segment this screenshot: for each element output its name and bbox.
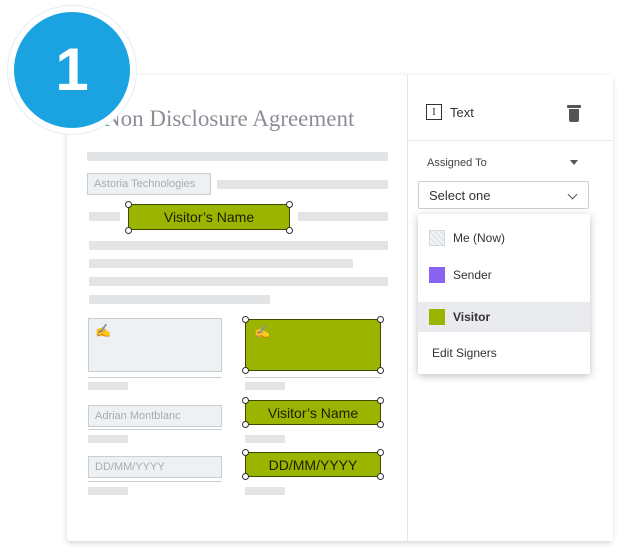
resize-handle[interactable] [242, 397, 249, 404]
signature-icon: ✍ [254, 324, 271, 339]
resize-handle[interactable] [125, 227, 132, 234]
field-type-label: Text [450, 104, 474, 120]
resize-handle[interactable] [242, 367, 249, 374]
text-line [89, 241, 388, 250]
sender-swatch [429, 267, 445, 283]
sender-date-field[interactable]: DD/MM/YYYY [88, 456, 222, 478]
resize-handle[interactable] [377, 316, 384, 323]
chevron-down-icon [567, 189, 578, 200]
option-me-now[interactable]: Me (Now) [418, 223, 590, 253]
resize-handle[interactable] [242, 449, 249, 456]
visitor-date-field[interactable]: DD/MM/YYYY [245, 452, 381, 477]
assignee-select-value: Select one [429, 187, 491, 203]
trash-icon[interactable] [567, 105, 581, 123]
text-line [298, 212, 388, 221]
text-cursor-icon: I [426, 104, 442, 120]
trash-lid [567, 105, 581, 108]
text-line [217, 180, 388, 189]
resize-handle[interactable] [242, 473, 249, 480]
trash-can [569, 109, 579, 122]
text-line [89, 259, 353, 268]
edit-signers-link[interactable]: Edit Signers [432, 346, 497, 360]
assignee-select[interactable]: Select one [418, 181, 589, 209]
signature-line [88, 377, 222, 378]
step-badge: 1 [8, 6, 136, 134]
collapse-caret-icon[interactable] [570, 160, 578, 165]
resize-handle[interactable] [377, 397, 384, 404]
field-type-header: I Text [426, 104, 474, 120]
date-line [88, 481, 222, 482]
text-line [88, 435, 128, 443]
text-line [245, 382, 285, 390]
option-label: Visitor [453, 310, 491, 324]
option-sender[interactable]: Sender [418, 260, 590, 290]
resize-handle[interactable] [377, 473, 384, 480]
option-visitor[interactable]: Visitor [418, 302, 590, 332]
resize-handle[interactable] [377, 449, 384, 456]
text-line [88, 487, 128, 495]
step-number: 1 [55, 36, 89, 103]
panel-divider [408, 140, 612, 141]
company-field[interactable]: Astoria Technologies [87, 173, 211, 195]
name-line [88, 429, 222, 430]
resize-handle[interactable] [125, 201, 132, 208]
resize-handle[interactable] [377, 367, 384, 374]
resize-handle[interactable] [286, 227, 293, 234]
assignee-dropdown-menu: Me (Now) Sender Visitor Edit Signers [418, 214, 590, 374]
resize-handle[interactable] [377, 421, 384, 428]
signer-name-field[interactable]: Adrian Montblanc [88, 405, 222, 427]
visitor-name-field[interactable]: Visitor’s Name [245, 400, 381, 425]
visitor-swatch [429, 309, 445, 325]
resize-handle[interactable] [242, 421, 249, 428]
text-line [88, 382, 128, 390]
text-line [89, 277, 388, 286]
resize-handle[interactable] [242, 316, 249, 323]
text-line [87, 152, 388, 161]
assigned-to-label: Assigned To [427, 157, 487, 169]
signature-icon: ✍ [95, 323, 112, 338]
text-line [89, 295, 270, 304]
me-swatch [429, 230, 445, 246]
visitor-name-field-selected[interactable]: Visitor’s Name [128, 204, 290, 230]
document-title: Non Disclosure Agreement [104, 106, 355, 131]
option-label: Sender [453, 268, 492, 282]
text-line [245, 487, 285, 495]
text-line [89, 212, 120, 221]
resize-handle[interactable] [286, 201, 293, 208]
text-line [245, 435, 285, 443]
option-label: Me (Now) [453, 231, 506, 245]
signature-line [245, 377, 381, 378]
